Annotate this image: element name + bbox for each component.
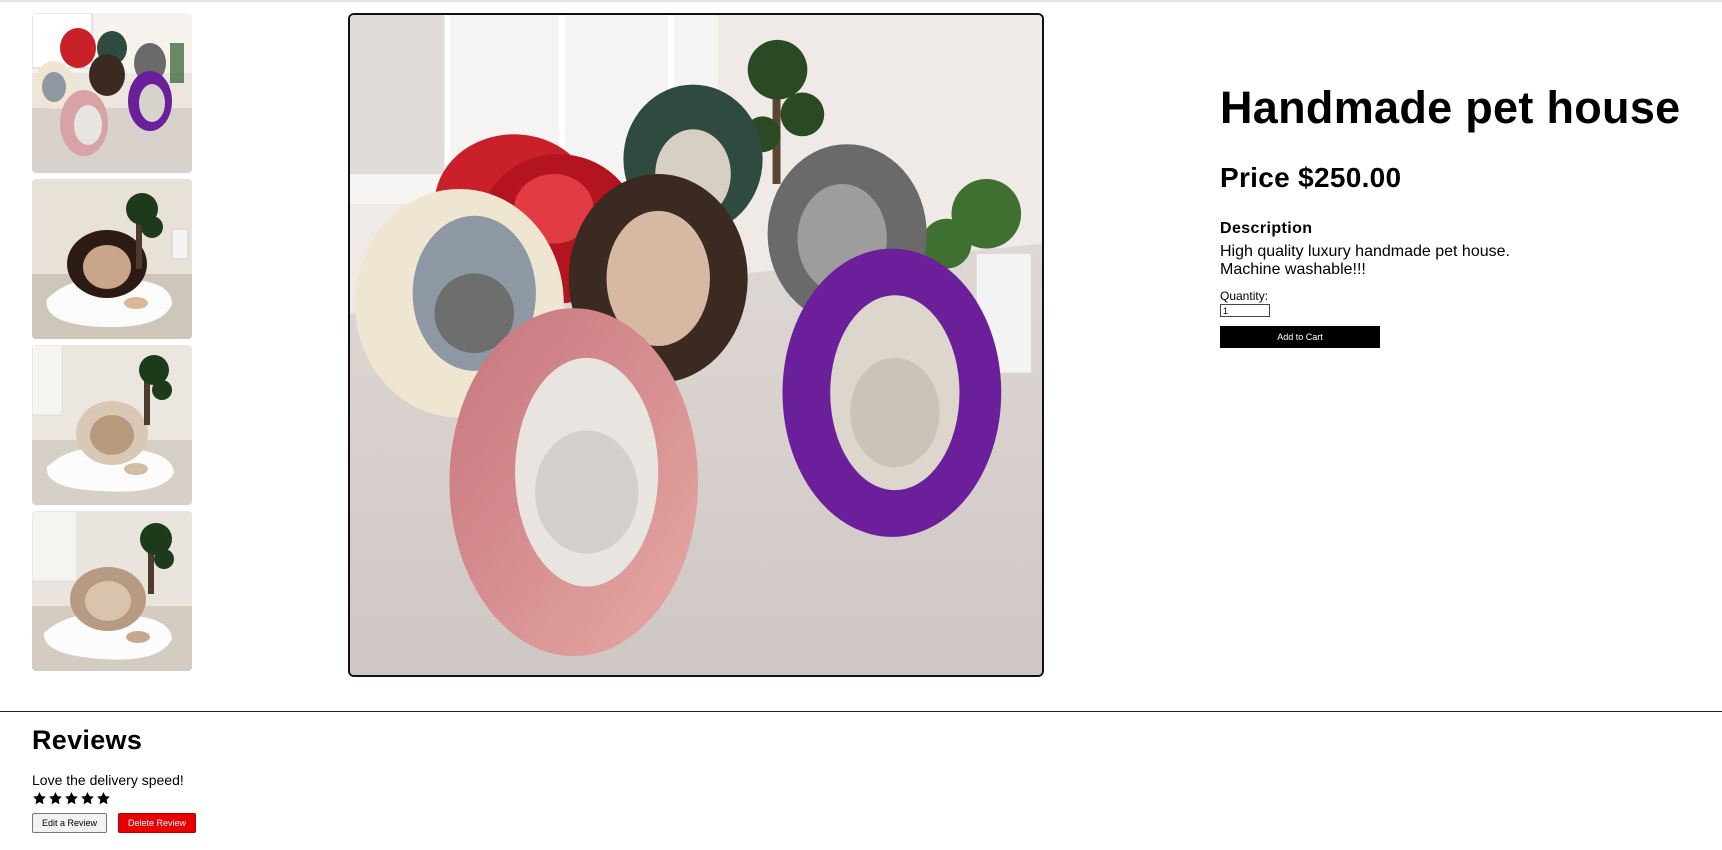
star-icon — [97, 791, 110, 805]
thumbnail-2-image — [32, 179, 192, 339]
thumbnail-1-image — [32, 13, 192, 173]
thumbnail-3[interactable] — [32, 345, 192, 505]
thumbnail-list — [32, 13, 192, 677]
delete-review-button[interactable]: Delete Review — [118, 813, 197, 833]
reviews-heading: Reviews — [32, 725, 143, 755]
review-rating — [32, 791, 632, 806]
quantity-label: Quantity: — [1220, 289, 1269, 303]
thumbnail-1[interactable] — [32, 13, 192, 173]
edit-review-button[interactable]: Edit a Review — [32, 813, 108, 833]
star-icon — [65, 791, 78, 805]
thumbnail-3-image — [32, 345, 192, 505]
reviews-section: Reviews Love the delivery speed! Edit a … — [32, 725, 632, 833]
add-to-cart-button[interactable]: Add to Cart — [1220, 326, 1380, 348]
thumbnail-4-image — [32, 511, 192, 671]
quantity-input[interactable] — [1220, 304, 1270, 317]
star-icon — [33, 791, 46, 805]
section-divider — [0, 711, 1722, 712]
top-rule — [0, 0, 1722, 2]
main-product-photo — [350, 15, 1042, 675]
description-line-1: High quality luxury handmade pet house. — [1220, 243, 1510, 260]
thumbnail-4[interactable] — [32, 511, 192, 671]
star-icon — [49, 791, 62, 805]
thumbnail-2[interactable] — [32, 179, 192, 339]
review-actions: Edit a Review Delete Review — [32, 813, 632, 833]
description-line-2: Machine washable!!! — [1220, 261, 1366, 278]
product-title: Handmade pet house — [1220, 82, 1681, 133]
main-product-image[interactable] — [348, 13, 1044, 677]
description-heading: Description — [1220, 220, 1313, 237]
product-info: Handmade pet house Price $250.00 Descrip… — [1220, 82, 1720, 348]
review-text: Love the delivery speed! — [32, 772, 184, 788]
product-price: Price $250.00 — [1220, 162, 1402, 193]
star-icon — [81, 791, 94, 805]
